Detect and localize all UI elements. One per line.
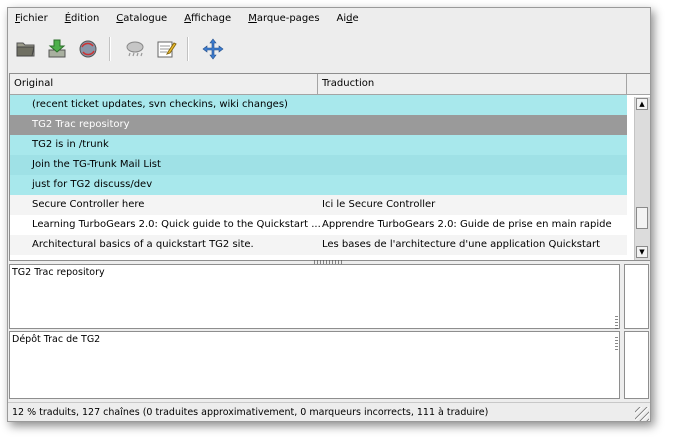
translation-text-pane[interactable]: Dépôt Trac de TG2 xyxy=(9,331,620,399)
cell-translation: Ici le Secure Controller xyxy=(322,199,436,210)
cell-original: (recent ticket updates, svn checkins, wi… xyxy=(32,99,288,110)
cell-translation: Apprendre TurboGears 2.0: Guide de prise… xyxy=(322,219,612,230)
open-button[interactable] xyxy=(13,36,39,62)
cell-translation: Les bases de l'architecture d'une applic… xyxy=(322,239,601,250)
table-row[interactable]: TG2 is in /trunk xyxy=(10,135,627,155)
status-bar: 12 % traduits, 127 chaînes (0 traduites … xyxy=(8,402,650,421)
menu-fichier[interactable]: Fichier xyxy=(8,8,56,30)
window-resize-grip[interactable] xyxy=(635,407,649,421)
source-text-pane: TG2 Trac repository xyxy=(9,264,620,330)
cell-translation xyxy=(320,135,627,155)
app-window: Fichier Édition Catalogue Affichage Marq… xyxy=(7,7,651,422)
table-row[interactable]: Join the TG-Trunk Mail List xyxy=(10,155,627,175)
menu-edition[interactable]: Édition xyxy=(56,8,108,30)
toolbar-separator xyxy=(109,37,111,61)
toolbar-separator xyxy=(187,37,189,61)
menubar: Fichier Édition Catalogue Affichage Marq… xyxy=(8,8,650,30)
menu-catalogue[interactable]: Catalogue xyxy=(107,8,175,30)
table-scrollbar[interactable]: ▲ ▼ xyxy=(634,97,650,260)
menu-aide[interactable]: Aide xyxy=(328,8,367,30)
scroll-down-arrow-icon[interactable]: ▼ xyxy=(636,246,648,258)
weather-icon xyxy=(126,41,144,57)
table-row[interactable]: just for TG2 discuss/dev xyxy=(10,175,627,195)
cell-original: Secure Controller here xyxy=(32,199,145,210)
scroll-up-arrow-icon[interactable]: ▲ xyxy=(636,98,648,110)
status-text: 12 % traduits, 127 chaînes (0 traduites … xyxy=(12,407,489,418)
move-icon xyxy=(202,38,224,60)
source-pane-grip[interactable] xyxy=(615,316,618,330)
cell-translation xyxy=(320,115,627,135)
menu-marque-pages[interactable]: Marque-pages xyxy=(239,8,327,30)
cell-translation xyxy=(320,175,627,195)
edit-notes-button[interactable] xyxy=(153,36,179,62)
cell-translation xyxy=(320,155,627,175)
messages-table: Original Traduction (recent ticket updat… xyxy=(9,73,650,261)
save-button[interactable] xyxy=(44,36,70,62)
source-side-pane xyxy=(624,264,649,329)
weather-button[interactable] xyxy=(122,36,148,62)
edit-notes-icon xyxy=(157,41,177,58)
cell-translation xyxy=(320,95,627,115)
table-row[interactable]: Secure Controller here Ici le Secure Con… xyxy=(10,195,627,215)
header-filler xyxy=(627,74,650,95)
menu-affichage[interactable]: Affichage xyxy=(175,8,239,30)
table-row[interactable]: Architectural basics of a quickstart TG2… xyxy=(10,235,627,255)
translation-side-pane xyxy=(624,331,649,399)
cell-original: TG2 is in /trunk xyxy=(32,139,109,150)
save-icon xyxy=(48,39,66,58)
cell-original: TG2 Trac repository xyxy=(32,119,130,130)
translation-text[interactable]: Dépôt Trac de TG2 xyxy=(12,334,100,345)
update-icon xyxy=(79,40,97,58)
source-text: TG2 Trac repository xyxy=(12,267,105,278)
cell-original: just for TG2 discuss/dev xyxy=(32,179,153,190)
column-header-original[interactable]: Original xyxy=(10,74,318,94)
table-row-selected[interactable]: TG2 Trac repository xyxy=(10,115,627,135)
table-row[interactable]: (recent ticket updates, svn checkins, wi… xyxy=(10,95,627,115)
toolbar xyxy=(8,31,650,67)
table-rows: (recent ticket updates, svn checkins, wi… xyxy=(10,95,627,260)
translation-pane-grip[interactable] xyxy=(615,337,618,351)
table-row[interactable]: Learning TurboGears 2.0: Quick guide to … xyxy=(10,215,627,235)
cell-original: Architectural basics of a quickstart TG2… xyxy=(32,239,254,250)
cell-original: Learning TurboGears 2.0: Quick guide to … xyxy=(32,219,320,230)
table-header: Original Traduction xyxy=(10,74,627,95)
cell-original: Join the TG-Trunk Mail List xyxy=(32,159,161,170)
move-button[interactable] xyxy=(200,36,226,62)
update-button[interactable] xyxy=(75,36,101,62)
scrollbar-thumb[interactable] xyxy=(636,207,648,229)
open-icon xyxy=(16,42,35,57)
column-header-translation[interactable]: Traduction xyxy=(318,74,627,94)
